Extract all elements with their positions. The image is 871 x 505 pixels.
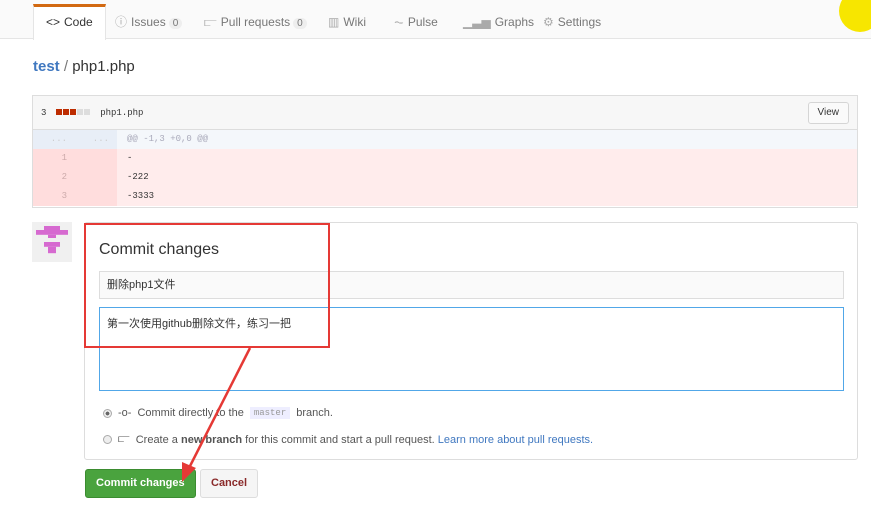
annotation-arrow (182, 347, 252, 482)
